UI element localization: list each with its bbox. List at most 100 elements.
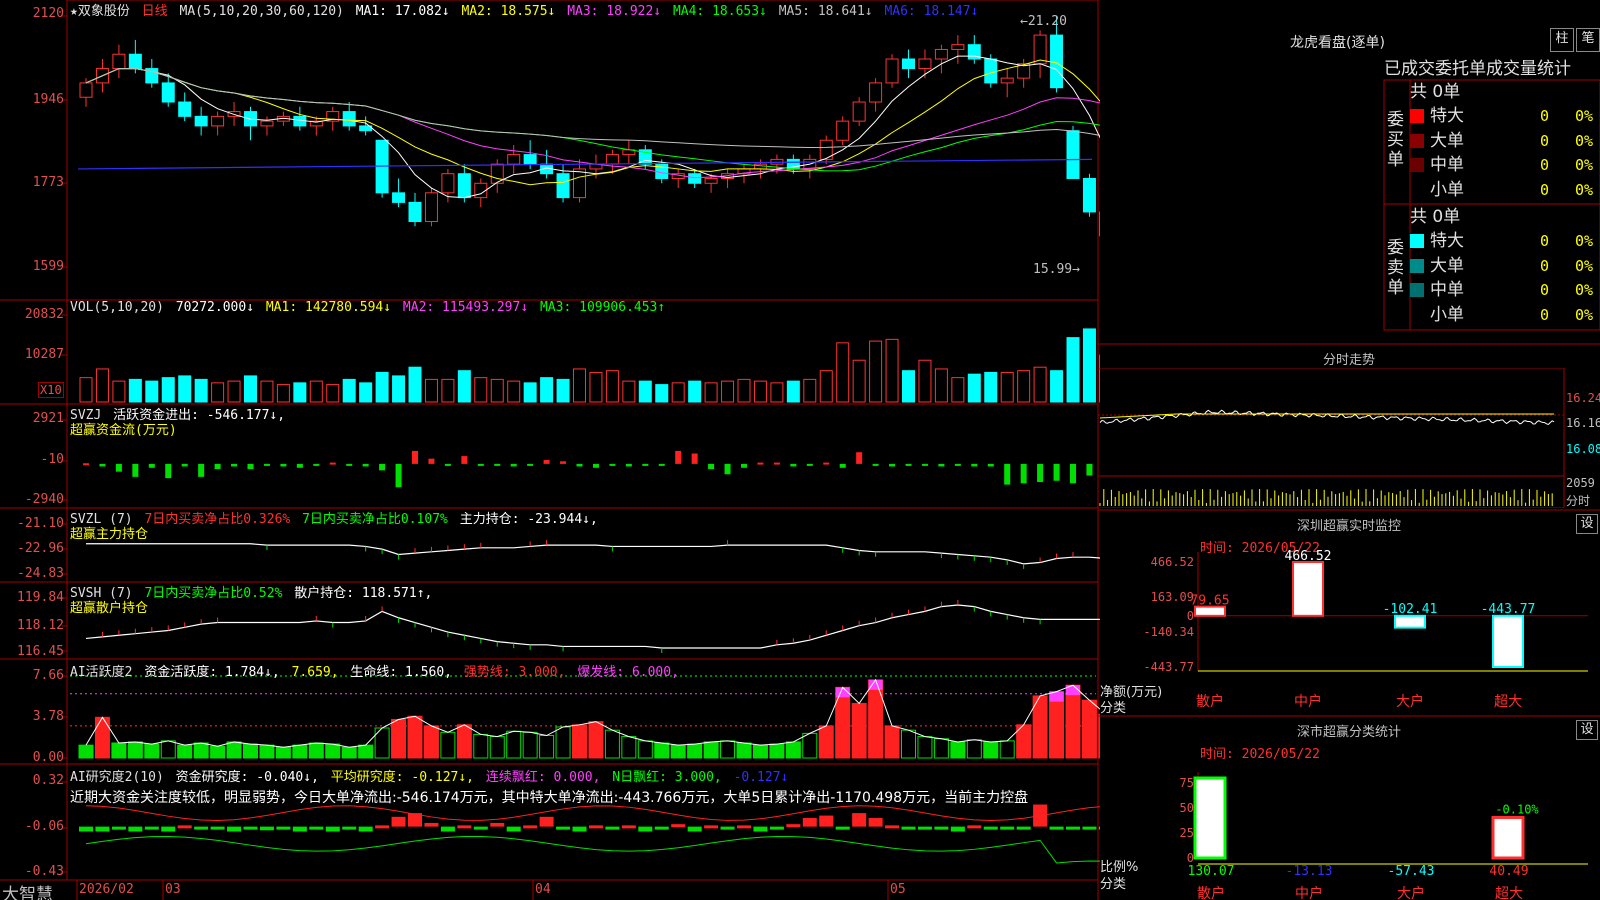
vol-ytick-1: 10287 bbox=[24, 347, 64, 362]
ai-active-t5: 爆发线: 6.000, bbox=[577, 665, 679, 680]
volume-bar bbox=[655, 384, 669, 403]
sell-order-swatch bbox=[1410, 258, 1424, 273]
candle-body bbox=[704, 177, 718, 184]
volume-bar bbox=[1033, 366, 1047, 403]
ai-research-bar bbox=[144, 826, 159, 830]
ai-research-avg-line bbox=[85, 835, 1100, 864]
stat-bar-value: -13.13 bbox=[1286, 864, 1333, 879]
svzl-header: SVZL (7) 7日内买卖净占比0.326% 7日内买卖净占比0.107% 主… bbox=[70, 508, 602, 527]
svzj-bar bbox=[494, 463, 501, 466]
column-view-button[interactable]: 柱 bbox=[1550, 28, 1574, 52]
volume-bar bbox=[786, 380, 800, 403]
svzj-bar bbox=[247, 463, 254, 470]
candle-body bbox=[605, 154, 619, 165]
svzj-bar bbox=[1037, 463, 1044, 483]
monitor-bar-label: 466.52 bbox=[1285, 549, 1332, 564]
svzj-bar bbox=[708, 463, 715, 470]
stat-category: 中户 bbox=[1295, 885, 1323, 900]
monitor-chart[interactable]: 466.52 163.09 0 -140.34 -443.77 79.65 散户 466.52… bbox=[1098, 520, 1600, 710]
ai-active-bar bbox=[670, 744, 686, 759]
volume-bar bbox=[145, 380, 159, 403]
svzj-bar bbox=[921, 463, 928, 466]
svzj-bar bbox=[379, 463, 386, 471]
ai-active-name[interactable]: AI活跃度2 bbox=[70, 665, 132, 680]
ma120-line bbox=[77, 158, 1093, 170]
ai-research-bars bbox=[79, 804, 1100, 864]
stat-chart[interactable]: 75 50 25 0130.07 散户 -13.13 中户 -57.43 大户 40.49 超大 -0… bbox=[1098, 720, 1600, 900]
candle-body bbox=[984, 58, 998, 84]
ai-active-bar bbox=[210, 745, 226, 759]
volume-bar bbox=[359, 382, 373, 403]
volume-bar bbox=[441, 378, 455, 403]
volume-bar bbox=[260, 380, 274, 403]
ai-research-bar bbox=[950, 826, 965, 832]
main-ytick-2: 1773 bbox=[32, 175, 64, 190]
svsh-line bbox=[85, 600, 1100, 654]
intraday-frame bbox=[1098, 368, 1565, 508]
ai-active-bar bbox=[1065, 684, 1081, 759]
low-price-mark: 15.99→ bbox=[1033, 262, 1080, 277]
ai-research-bar bbox=[1066, 826, 1080, 830]
ai-active-t1: 资金活跃度: 1.784↓, bbox=[144, 665, 280, 680]
svzj-bar bbox=[181, 463, 188, 467]
tick-view-button[interactable]: 笔 bbox=[1576, 28, 1600, 52]
ai-research-bar bbox=[506, 826, 521, 832]
ai-active-bar bbox=[325, 743, 341, 759]
vol-name[interactable]: VOL(5,10,20) bbox=[70, 300, 164, 315]
volume-bar bbox=[309, 380, 323, 403]
volume-bar bbox=[79, 377, 93, 403]
volume-bar bbox=[803, 378, 817, 403]
candle-body bbox=[523, 154, 537, 165]
ai-active-bar bbox=[555, 726, 571, 759]
ai-research-name[interactable]: AI研究度2(10) bbox=[70, 770, 164, 785]
ai-research-bar bbox=[325, 826, 340, 832]
svzj-bar bbox=[609, 463, 616, 466]
ai-active-bar bbox=[391, 718, 407, 759]
buy-order-swatch bbox=[1410, 183, 1424, 197]
volume-bar bbox=[918, 359, 932, 403]
buy-order-swatch bbox=[1410, 158, 1424, 172]
ai-research-bar bbox=[473, 826, 488, 830]
monitor-ytick: 466.52 bbox=[1151, 555, 1194, 569]
ai-active-bar bbox=[687, 743, 703, 759]
ai-research-bar bbox=[868, 818, 883, 827]
volume-bar bbox=[507, 380, 521, 403]
ai-research-comment: 近期大资金关注度较低，明显弱势，今日大单净流出:-546.174万元，其中特大单… bbox=[70, 790, 1029, 806]
sell-order-row: 中单 0 0% bbox=[1410, 278, 1600, 302]
svzj-bar bbox=[790, 463, 797, 467]
stock-name[interactable]: ★双象股份 bbox=[70, 4, 130, 19]
sell-order-count: 0 bbox=[1540, 232, 1550, 250]
ai-active-bar bbox=[358, 744, 374, 759]
buy-total: 共 0单 bbox=[1410, 82, 1461, 102]
ai-research-bar bbox=[1016, 826, 1031, 830]
svzj-bar bbox=[839, 463, 846, 468]
main-ytick-1: 1946 bbox=[32, 92, 64, 107]
svzj-bar bbox=[741, 463, 747, 468]
svzj-bar bbox=[148, 463, 155, 468]
ai-active-bar bbox=[703, 741, 719, 759]
ai-research-bar bbox=[309, 826, 324, 830]
sell-total: 共 0单 bbox=[1410, 207, 1461, 227]
intraday-chart[interactable] bbox=[1098, 368, 1600, 508]
buy-order-count: 0 bbox=[1540, 131, 1550, 150]
svzl-ytick-1: -22.96 bbox=[17, 541, 64, 556]
volume-bar bbox=[424, 378, 438, 403]
ai-research-bar bbox=[572, 826, 587, 832]
ai2-ytick-2: -0.43 bbox=[24, 864, 64, 879]
volume-bar bbox=[474, 377, 488, 403]
main-chart-area[interactable] bbox=[0, 0, 1100, 900]
app-name[interactable]: 大智慧 bbox=[2, 880, 53, 900]
volume-bar bbox=[869, 340, 883, 403]
svzj-bar bbox=[971, 463, 978, 467]
ai-research-bar bbox=[358, 826, 373, 832]
monitor-category: 大户 bbox=[1396, 693, 1424, 710]
volume-bar bbox=[836, 342, 850, 403]
buy-order-pct: 0% bbox=[1575, 131, 1594, 150]
period-label[interactable]: 日线 bbox=[142, 4, 168, 19]
svzj-bar bbox=[543, 459, 550, 464]
ai-research-bar bbox=[621, 825, 636, 829]
ai-research-bar bbox=[391, 816, 406, 827]
ai-research-bar bbox=[1049, 826, 1064, 830]
ai-research-bar bbox=[276, 826, 291, 830]
buy-order-row: 特大 0 0% bbox=[1410, 104, 1600, 128]
